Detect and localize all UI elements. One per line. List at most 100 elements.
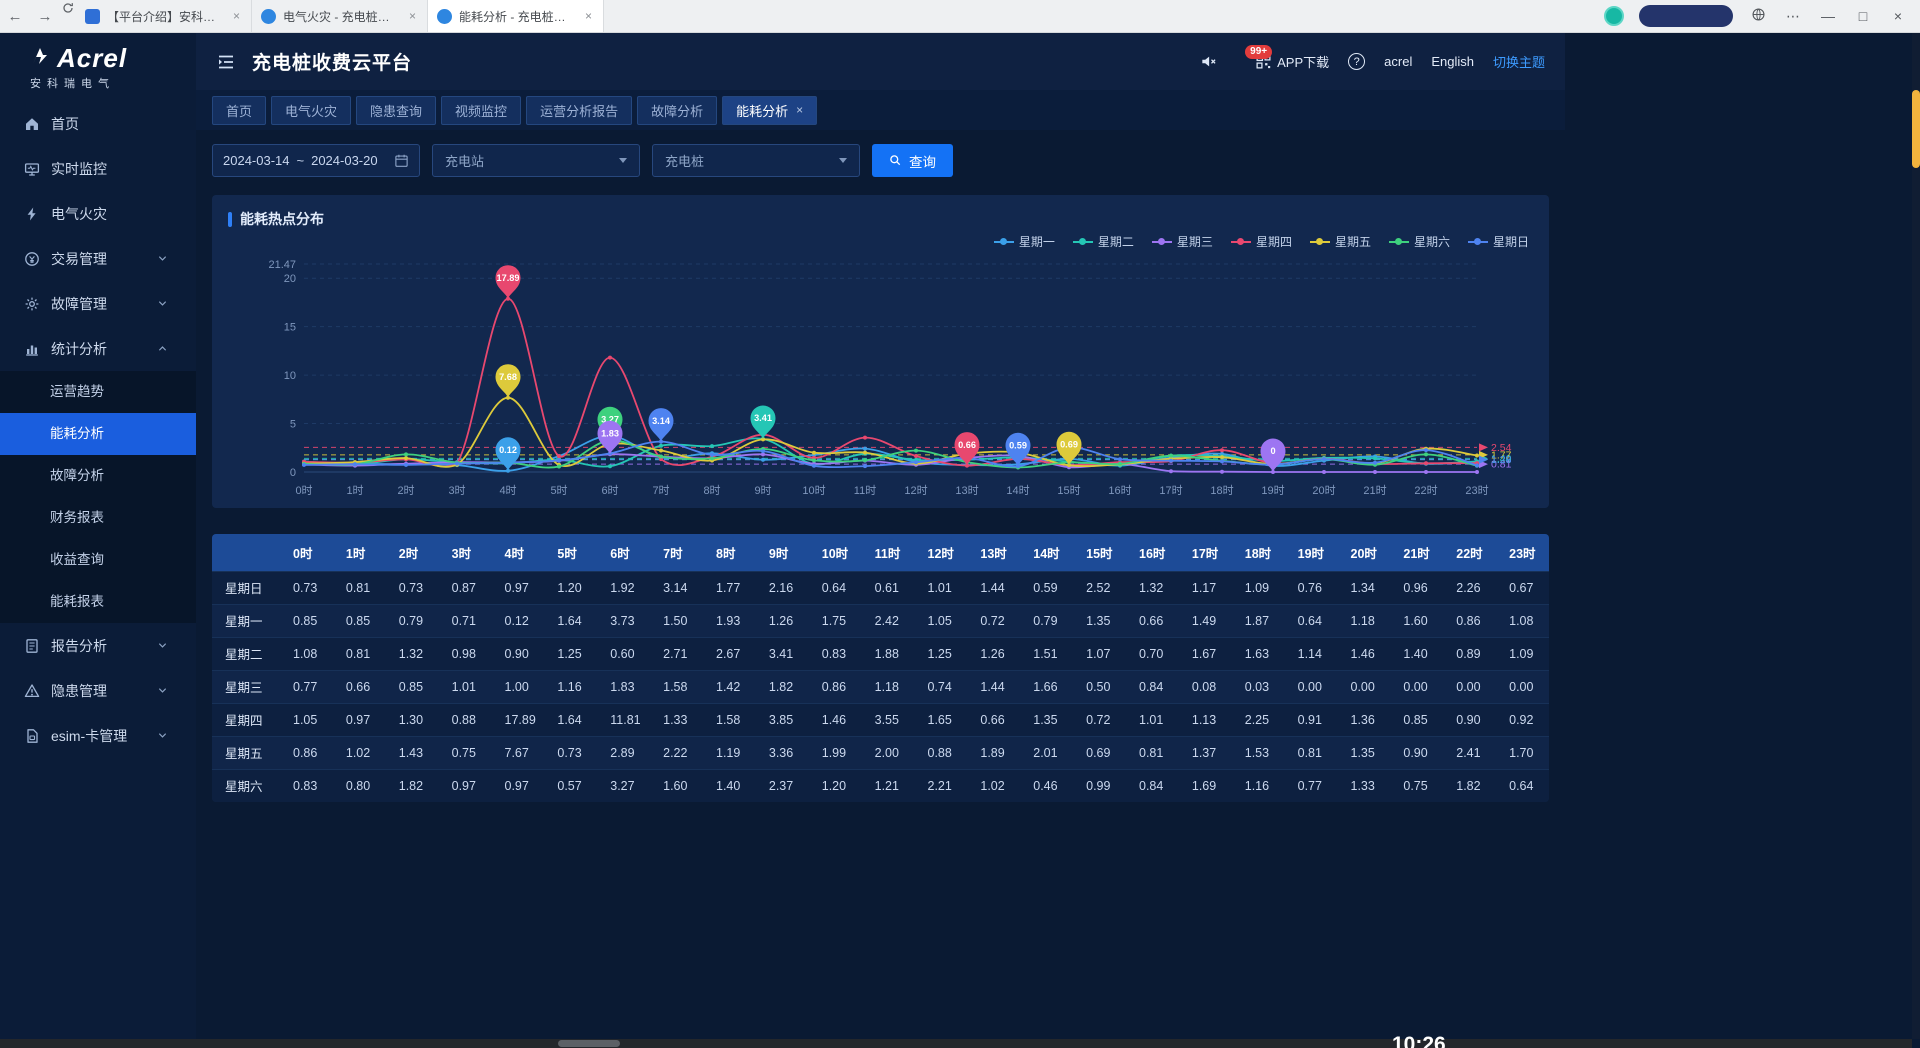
horizontal-scrollbar-thumb[interactable] (558, 1040, 620, 1047)
sidebar-item[interactable]: 首页 (0, 101, 196, 146)
table-cell: 1.00 (492, 670, 545, 703)
legend-item[interactable]: 星期日 (1468, 233, 1529, 250)
page-tab[interactable]: 故障分析 (637, 96, 717, 125)
table-column-header: 2时 (386, 534, 439, 571)
page-tab[interactable]: 运营分析报告 (526, 96, 632, 125)
legend-label: 星期一 (1019, 233, 1055, 250)
sidebar-item[interactable]: 电气火灾 (0, 191, 196, 236)
help-icon[interactable]: ? (1348, 53, 1365, 70)
sidebar-subitem[interactable]: 能耗报表 (0, 581, 196, 623)
table-cell: 0.81 (333, 571, 386, 604)
station-select[interactable]: 充电站 (432, 144, 640, 177)
sidebar-subitem[interactable]: 能耗分析 (0, 413, 196, 455)
language-switch[interactable]: English (1431, 54, 1474, 69)
collapse-menu-icon[interactable] (216, 52, 236, 72)
table-cell: 2.01 (1020, 736, 1073, 769)
sidebar-subitem[interactable]: 运营趋势 (0, 371, 196, 413)
table-cell: 3.27 (597, 769, 650, 802)
horizontal-scrollbar[interactable] (0, 1039, 1912, 1048)
table-cell: 2.00 (862, 736, 915, 769)
svg-text:5时: 5时 (550, 484, 567, 497)
legend-item[interactable]: 星期四 (1231, 233, 1292, 250)
chevron-down-icon (156, 684, 169, 697)
browser-tab[interactable]: 电气火灾 - 充电桩收费云平台× (252, 0, 428, 32)
sidebar-item[interactable]: 交易管理 (0, 236, 196, 281)
sidebar-subitem[interactable]: 财务报表 (0, 497, 196, 539)
table-cell: 2.52 (1073, 571, 1126, 604)
refresh-icon[interactable] (60, 0, 76, 16)
sidebar-subitem[interactable]: 故障分析 (0, 455, 196, 497)
sidebar-item[interactable]: 故障管理 (0, 281, 196, 326)
stats-icon (24, 341, 40, 357)
search-icon (889, 154, 902, 167)
sidebar-item[interactable]: esim-卡管理 (0, 713, 196, 758)
svg-text:15时: 15时 (1057, 484, 1080, 497)
search-button[interactable]: 查询 (872, 144, 953, 177)
table-cell: 0.81 (1285, 736, 1338, 769)
back-icon[interactable]: ← (0, 0, 30, 32)
legend-item[interactable]: 星期三 (1152, 233, 1213, 250)
table-cell: 0.88 (915, 736, 968, 769)
table-cell: 0.00 (1496, 670, 1549, 703)
pile-select[interactable]: 充电桩 (652, 144, 860, 177)
table-cell: 1.02 (967, 769, 1020, 802)
legend-item[interactable]: 星期一 (994, 233, 1055, 250)
legend-item[interactable]: 星期二 (1073, 233, 1134, 250)
legend-item[interactable]: 星期六 (1389, 233, 1450, 250)
extension-pill[interactable] (1639, 5, 1733, 27)
table-cell: 1.21 (862, 769, 915, 802)
table-column-header: 15时 (1073, 534, 1126, 571)
page-tab[interactable]: 视频监控 (441, 96, 521, 125)
table-cell: 1.92 (597, 571, 650, 604)
table-cell: 1.32 (1126, 571, 1179, 604)
extension-icon[interactable] (1604, 6, 1624, 26)
mute-icon[interactable] (1200, 53, 1217, 70)
legend-line-icon (1073, 241, 1093, 243)
theme-switch-link[interactable]: 切换主题 (1493, 52, 1545, 71)
sidebar-item[interactable]: 统计分析 (0, 326, 196, 371)
sidebar-subitem[interactable]: 收益查询 (0, 539, 196, 581)
table-cell: 1.09 (1496, 637, 1549, 670)
maximize-icon[interactable]: □ (1853, 8, 1873, 24)
table-cell: 1.44 (967, 571, 1020, 604)
chevron-down-icon (839, 158, 847, 163)
svg-text:12时: 12时 (904, 484, 927, 497)
date-range-input[interactable]: 2024-03-14 ~ 2024-03-20 (212, 144, 420, 177)
table-cell: 1.82 (386, 769, 439, 802)
globe-icon[interactable] (1748, 7, 1768, 25)
page-tab[interactable]: 能耗分析× (722, 96, 817, 125)
tab-close-icon[interactable]: × (231, 9, 242, 23)
tab-close-icon[interactable]: × (796, 103, 803, 117)
tab-close-icon[interactable]: × (583, 9, 594, 23)
browser-tab[interactable]: 能耗分析 - 充电桩收费云平台× (428, 0, 604, 32)
minimize-icon[interactable]: — (1818, 8, 1838, 24)
legend-item[interactable]: 星期五 (1310, 233, 1371, 250)
table-cell: 1.43 (386, 736, 439, 769)
browser-tab[interactable]: 【平台介绍】安科瑞AcrelCloud-9× (76, 0, 252, 32)
tab-close-icon[interactable]: × (407, 9, 418, 23)
svg-text:20时: 20时 (1312, 484, 1335, 497)
table-cell: 3.85 (756, 703, 809, 736)
page-tab[interactable]: 电气火灾 (271, 96, 351, 125)
page-tab[interactable]: 首页 (212, 96, 266, 125)
svg-text:3.41: 3.41 (754, 413, 772, 423)
more-options-icon[interactable]: ⋯ (1783, 8, 1803, 25)
sidebar-item[interactable]: 报告分析 (0, 623, 196, 668)
brand-mark-icon (30, 46, 50, 71)
chevron-down-icon (156, 297, 169, 310)
forward-icon[interactable]: → (30, 0, 60, 32)
sidebar-item[interactable]: 隐患管理 (0, 668, 196, 713)
table-cell: 11.81 (597, 703, 650, 736)
search-button-label: 查询 (909, 151, 936, 171)
vertical-scrollbar[interactable] (1912, 33, 1920, 1039)
vertical-scrollbar-thumb[interactable] (1912, 90, 1920, 168)
page-tab[interactable]: 隐患查询 (356, 96, 436, 125)
svg-text:0: 0 (1270, 446, 1275, 456)
close-icon[interactable]: × (1888, 8, 1908, 24)
table-cell: 0.97 (492, 769, 545, 802)
legend-line-icon (1152, 241, 1172, 243)
table-cell: 1.18 (1338, 604, 1391, 637)
username[interactable]: acrel (1384, 54, 1412, 69)
sidebar-item[interactable]: 实时监控 (0, 146, 196, 191)
table-cell: 1.26 (756, 604, 809, 637)
